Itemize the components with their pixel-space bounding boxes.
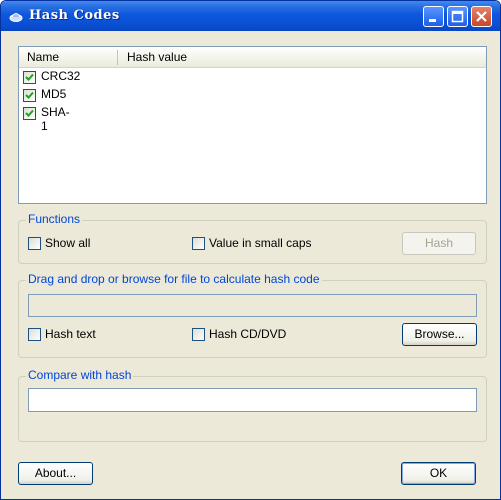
minimize-icon <box>429 19 436 22</box>
list-header: Name Hash value <box>19 47 486 68</box>
ok-button[interactable]: OK <box>401 462 476 485</box>
hash-list-view[interactable]: Name Hash value CRC32 MD5 SHA-1 <box>18 46 487 204</box>
checkmark-icon <box>25 91 34 99</box>
list-item-label: MD5 <box>41 87 67 101</box>
checkmark-icon <box>25 109 34 117</box>
close-button[interactable] <box>471 6 492 27</box>
maximize-button[interactable] <box>447 6 468 27</box>
functions-group: Functions Show all Value in small caps H… <box>18 212 487 264</box>
hash-codes-window: Hash Codes Name Hash value CRC32 MD5 SHA… <box>0 0 501 500</box>
maximize-icon <box>451 10 464 23</box>
hash-text-checkbox[interactable] <box>28 328 41 341</box>
list-item-label: CRC32 <box>41 69 81 83</box>
minimize-button[interactable] <box>423 6 444 27</box>
window-title: Hash Codes <box>29 8 120 23</box>
compare-group-title: Compare with hash <box>26 368 134 382</box>
column-divider[interactable] <box>117 50 118 65</box>
md5-checkbox[interactable] <box>23 89 36 102</box>
file-hash-group: Drag and drop or browse for file to calc… <box>18 272 487 358</box>
close-icon <box>476 11 487 22</box>
show-all-checkbox[interactable] <box>28 237 41 250</box>
browse-button[interactable]: Browse... <box>402 323 477 346</box>
checkmark-icon <box>25 73 34 81</box>
hash-text-label: Hash text <box>45 327 96 341</box>
functions-group-title: Functions <box>26 212 83 226</box>
compare-hash-input[interactable] <box>28 388 477 412</box>
hash-app-icon <box>9 9 23 23</box>
sha1-checkbox[interactable] <box>23 107 36 120</box>
hash-cd-label: Hash CD/DVD <box>209 327 287 341</box>
list-item-label: SHA-1 <box>41 105 70 133</box>
crc32-checkbox[interactable] <box>23 71 36 84</box>
compare-group: Compare with hash <box>18 368 487 442</box>
column-header-name[interactable]: Name <box>27 50 59 64</box>
hash-cd-checkbox[interactable] <box>192 328 205 341</box>
hash-button[interactable]: Hash <box>402 232 476 255</box>
file-hash-group-title: Drag and drop or browse for file to calc… <box>26 272 322 286</box>
title-bar[interactable]: Hash Codes <box>1 1 500 31</box>
small-caps-checkbox[interactable] <box>192 237 205 250</box>
small-caps-label: Value in small caps <box>209 236 312 250</box>
column-header-hash-value[interactable]: Hash value <box>127 50 187 64</box>
show-all-label: Show all <box>45 236 91 250</box>
about-button[interactable]: About... <box>18 462 93 485</box>
file-path-field[interactable] <box>28 294 477 317</box>
